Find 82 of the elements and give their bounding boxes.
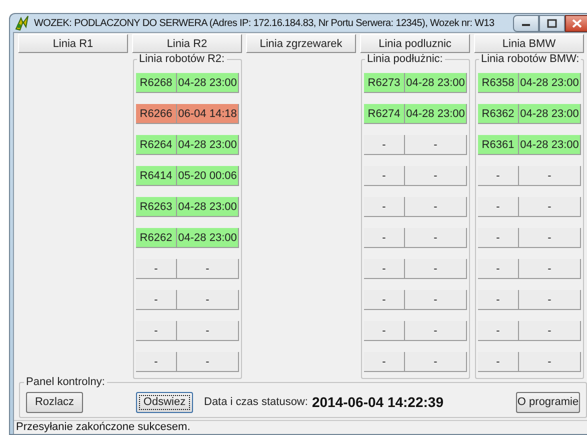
- robot-id-button[interactable]: -: [136, 290, 177, 310]
- robot-id-button[interactable]: -: [478, 259, 519, 279]
- robot-id-button[interactable]: R6358: [478, 73, 519, 93]
- robot-id-button[interactable]: -: [136, 352, 177, 372]
- robot-id-button[interactable]: -: [364, 135, 405, 155]
- robot-id-button[interactable]: -: [478, 197, 519, 217]
- timestamp-button[interactable]: -: [405, 352, 467, 372]
- close-icon: [572, 19, 582, 28]
- timestamp-button[interactable]: 04-28 23:00: [177, 73, 239, 93]
- app-icon: [14, 15, 30, 31]
- disconnect-button[interactable]: Rozlacz: [26, 392, 83, 412]
- robot-id-button[interactable]: R6414: [136, 166, 177, 186]
- timestamp-button[interactable]: -: [519, 228, 581, 248]
- timestamp-button[interactable]: 04-28 23:00: [519, 104, 581, 124]
- robot-id-button[interactable]: R6268: [136, 73, 177, 93]
- line-button[interactable]: Linia podluznic: [360, 34, 470, 53]
- timestamp-button[interactable]: -: [519, 259, 581, 279]
- timestamp-button[interactable]: -: [405, 259, 467, 279]
- timestamp-button[interactable]: -: [405, 321, 467, 341]
- timestamp-button[interactable]: -: [519, 352, 581, 372]
- timestamp-button[interactable]: -: [177, 321, 239, 341]
- line-button[interactable]: Linia R2: [132, 34, 242, 53]
- robot-id-button[interactable]: -: [364, 321, 405, 341]
- status-time: 2014-06-04 14:22:39: [312, 394, 444, 410]
- line-button[interactable]: Linia zgrzewarek: [246, 34, 356, 53]
- timestamp-button[interactable]: -: [177, 290, 239, 310]
- timestamp-button[interactable]: 04-28 23:00: [177, 228, 239, 248]
- line-button[interactable]: Linia BMW: [474, 34, 584, 53]
- timestamp-button[interactable]: -: [405, 228, 467, 248]
- timestamp-button[interactable]: 06-04 14:18: [177, 104, 239, 124]
- maximize-icon: [547, 19, 557, 28]
- robot-id-button[interactable]: R6274: [364, 104, 405, 124]
- robot-id-button[interactable]: -: [364, 228, 405, 248]
- group-title: Linia robotów BMW:: [479, 53, 582, 65]
- maximize-button[interactable]: [539, 15, 565, 32]
- robot-id-button[interactable]: -: [478, 290, 519, 310]
- timestamp-button[interactable]: 04-28 23:00: [519, 73, 581, 93]
- timestamp-button[interactable]: -: [519, 166, 581, 186]
- robot-id-button[interactable]: R6263: [136, 197, 177, 217]
- timestamp-button[interactable]: -: [405, 135, 467, 155]
- status-time-label: Data i czas statusow:: [204, 396, 308, 408]
- group-title: Linia robotów R2:: [137, 53, 227, 65]
- robot-id-button[interactable]: R6362: [478, 104, 519, 124]
- timestamp-button[interactable]: 04-28 23:00: [405, 73, 467, 93]
- robot-id-button[interactable]: R6361: [478, 135, 519, 155]
- robot-id-button[interactable]: -: [478, 352, 519, 372]
- timestamp-button[interactable]: -: [405, 290, 467, 310]
- robot-id-button[interactable]: R6262: [136, 228, 177, 248]
- robot-id-button[interactable]: -: [478, 166, 519, 186]
- robot-id-button[interactable]: -: [478, 321, 519, 341]
- group-title: Linia podłużnic:: [365, 53, 445, 65]
- robot-id-button[interactable]: -: [478, 228, 519, 248]
- timestamp-button[interactable]: -: [177, 259, 239, 279]
- robot-id-button[interactable]: R6264: [136, 135, 177, 155]
- robot-id-button[interactable]: -: [364, 352, 405, 372]
- timestamp-button[interactable]: -: [405, 166, 467, 186]
- line-button[interactable]: Linia R1: [18, 34, 128, 53]
- robot-id-button[interactable]: R6273: [364, 73, 405, 93]
- robot-id-button[interactable]: -: [364, 166, 405, 186]
- timestamp-button[interactable]: -: [519, 197, 581, 217]
- timestamp-button[interactable]: -: [519, 290, 581, 310]
- window-title: WOZEK: PODLACZONY DO SERWERA (Adres IP: 172.16.184.83, Nr Portu Serwera: 12345), Wozek nr: W13: [34, 18, 496, 28]
- minimize-button[interactable]: [513, 15, 539, 32]
- status-bar: Przesyłanie zakończone sukcesem.: [14, 420, 587, 434]
- robot-id-button[interactable]: -: [136, 259, 177, 279]
- timestamp-button[interactable]: 04-28 23:00: [177, 135, 239, 155]
- timestamp-button[interactable]: -: [405, 197, 467, 217]
- robot-id-button[interactable]: -: [364, 259, 405, 279]
- timestamp-button[interactable]: 04-28 23:00: [405, 104, 467, 124]
- about-button[interactable]: O programie: [516, 392, 580, 412]
- refresh-button[interactable]: Odswiez: [136, 392, 193, 412]
- timestamp-button[interactable]: -: [519, 321, 581, 341]
- robot-id-button[interactable]: -: [364, 290, 405, 310]
- panel-title: Panel kontrolny:: [24, 376, 107, 388]
- robot-id-button[interactable]: -: [136, 321, 177, 341]
- timestamp-button[interactable]: -: [177, 352, 239, 372]
- timestamp-button[interactable]: 05-20 00:06: [177, 166, 239, 186]
- timestamp-button[interactable]: 04-28 23:00: [519, 135, 581, 155]
- close-button[interactable]: [565, 15, 587, 32]
- robot-id-button[interactable]: -: [364, 197, 405, 217]
- robot-id-button[interactable]: R6266: [136, 104, 177, 124]
- timestamp-button[interactable]: 04-28 23:00: [177, 197, 239, 217]
